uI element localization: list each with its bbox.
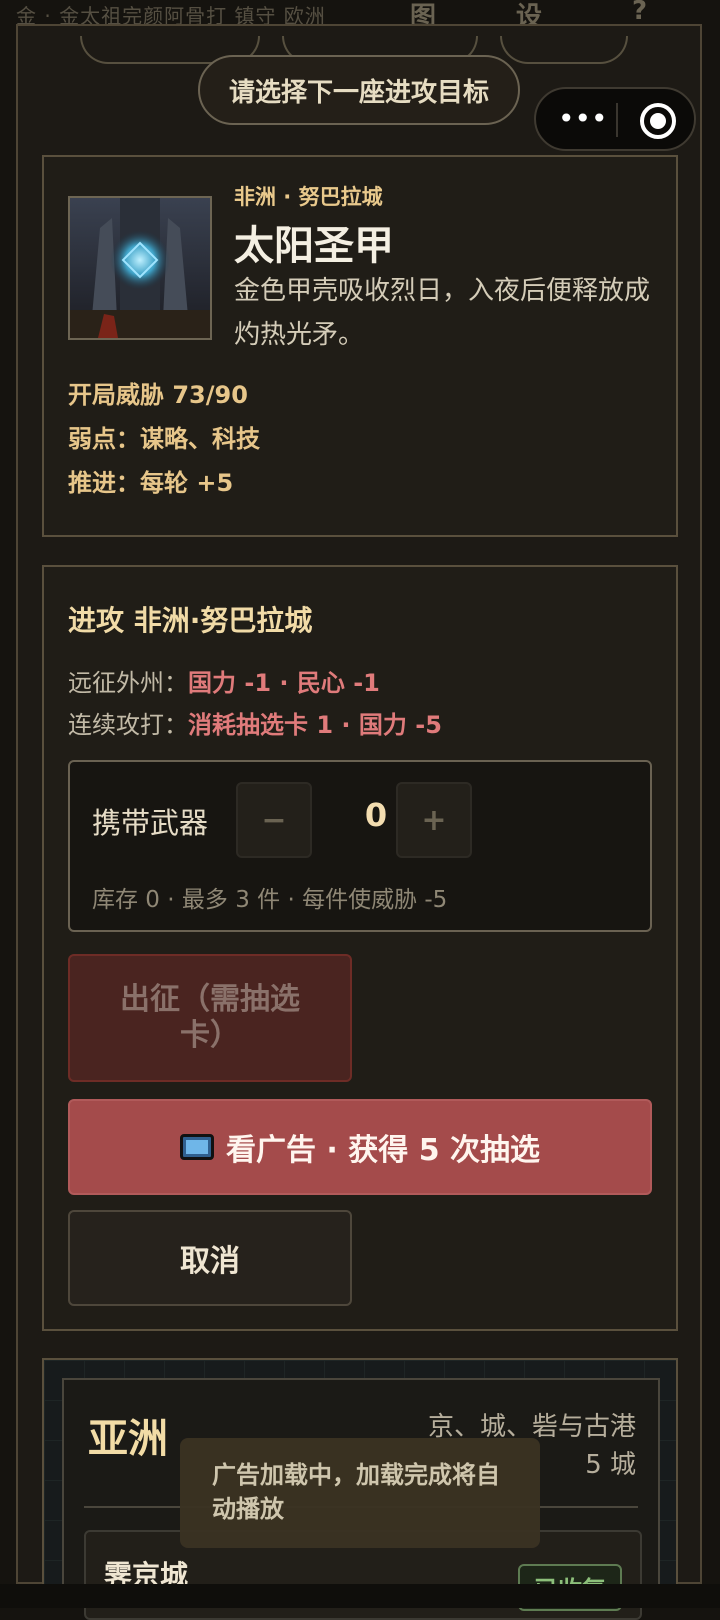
expedition-label: 远征外州： <box>68 669 188 697</box>
enemy-card: 非洲 · 努巴拉城 太阳圣甲 金色甲壳吸收烈日，入夜后便释放成灼热光矛。 开局威… <box>42 155 678 537</box>
city-count: 5 城 <box>585 1450 636 1480</box>
continuous-label: 连续攻打： <box>68 711 188 739</box>
tv-icon <box>179 1134 214 1160</box>
select-target-prompt: 请选择下一座进攻目标 <box>198 55 520 125</box>
expedition-cost: 国力 -1 · 民心 -1 <box>188 669 380 697</box>
target-circle-icon[interactable] <box>640 103 676 139</box>
weapon-selector: 携带武器 − 0 + 库存 0 · 最多 3 件 · 每件使威胁 -5 <box>68 760 652 932</box>
bottom-strip <box>0 1584 720 1608</box>
watch-ad-button[interactable]: 看广告 · 获得 5 次抽选 <box>68 1099 652 1195</box>
continuous-cost: 消耗抽选卡 1 · 国力 -5 <box>188 711 442 739</box>
continent-name: 亚洲 <box>88 1416 168 1462</box>
depart-button[interactable]: 出征（需抽选卡） <box>68 954 352 1082</box>
miniprogram-capsule: ••• <box>534 87 696 151</box>
cancel-button[interactable]: 取消 <box>68 1210 352 1306</box>
enemy-portrait <box>68 196 212 340</box>
continuous-cost-line: 连续攻打：消耗抽选卡 1 · 国力 -5 <box>68 705 442 740</box>
weakness: 弱点：谋略、科技 <box>68 425 260 453</box>
weapon-plus-button[interactable]: + <box>396 782 472 858</box>
enemy-region: 非洲 · 努巴拉城 <box>234 185 383 209</box>
attack-title: 进攻 非洲·努巴拉城 <box>68 604 313 637</box>
advance-rate: 推进：每轮 +5 <box>68 469 234 497</box>
weapon-note: 库存 0 · 最多 3 件 · 每件使威胁 -5 <box>92 887 448 913</box>
enemy-name: 太阳圣甲 <box>234 223 394 269</box>
partial-button-right[interactable] <box>500 36 628 64</box>
enemy-description: 金色甲壳吸收烈日，入夜后便释放成灼热光矛。 <box>234 276 651 350</box>
attack-panel: 进攻 非洲·努巴拉城 远征外州：国力 -1 · 民心 -1 连续攻打：消耗抽选卡… <box>42 565 678 1331</box>
ad-loading-toast: 广告加载中，加载完成将自动播放 <box>180 1438 540 1548</box>
more-dots-icon[interactable]: ••• <box>558 105 608 133</box>
opening-threat: 开局威胁 73/90 <box>68 381 248 409</box>
watch-ad-label: 看广告 · 获得 5 次抽选 <box>225 1133 541 1168</box>
help-nav-button[interactable]: ? <box>632 0 647 26</box>
expedition-cost-line: 远征外州：国力 -1 · 民心 -1 <box>68 663 380 698</box>
weapon-label: 携带武器 <box>92 806 209 840</box>
weapon-minus-button[interactable]: − <box>236 782 312 858</box>
capsule-divider <box>616 103 618 137</box>
